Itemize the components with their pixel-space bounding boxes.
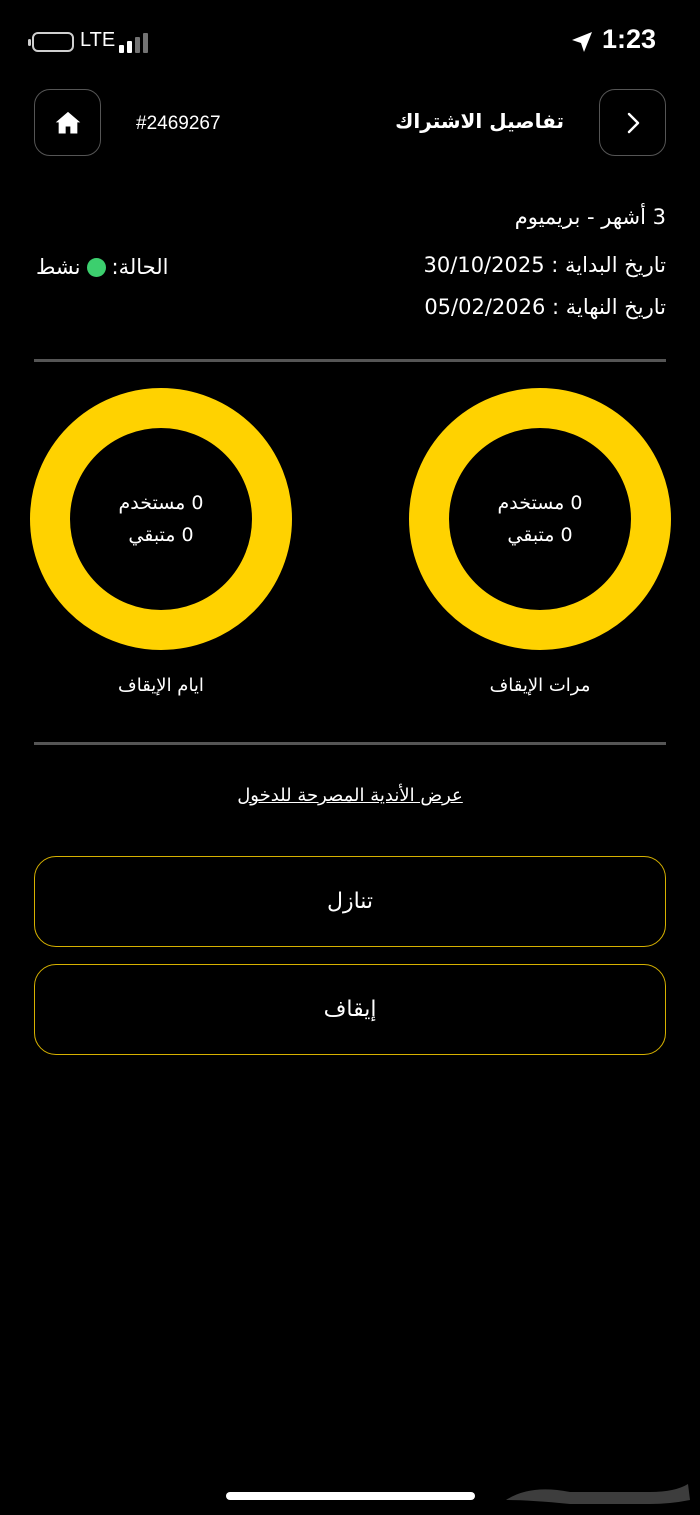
back-button[interactable] bbox=[599, 89, 666, 156]
freeze-times-label: مرات الإيقاف bbox=[489, 675, 591, 696]
freeze-times-card: 0 مستخدم 0 متبقي مرات الإيقاف bbox=[409, 388, 671, 696]
home-button[interactable] bbox=[34, 89, 101, 156]
home-icon bbox=[55, 111, 80, 133]
plan-name: 3 أشهر - بريميوم bbox=[514, 205, 666, 229]
start-date: تاريخ البداية : 30/10/2025 bbox=[423, 253, 666, 277]
battery-icon bbox=[28, 32, 74, 52]
header: #2469267 تفاصيل الاشتراك bbox=[0, 89, 700, 159]
home-indicator[interactable] bbox=[226, 1492, 475, 1500]
watermark-logo bbox=[506, 1484, 690, 1504]
freeze-times-ring: 0 مستخدم 0 متبقي bbox=[409, 388, 671, 650]
network-label: LTE bbox=[80, 29, 116, 51]
freeze-times-remaining: 0 متبقي bbox=[507, 524, 573, 546]
status-label: الحالة: bbox=[111, 255, 169, 279]
status-dot-icon bbox=[86, 257, 106, 277]
chevron-right-icon bbox=[627, 112, 639, 133]
subscription-id: #2469267 bbox=[136, 113, 221, 134]
status-value: نشط bbox=[36, 255, 81, 279]
status-badge: الحالة: نشط bbox=[36, 255, 168, 279]
allowed-clubs-link[interactable]: عرض الأندية المصرحة للدخول bbox=[0, 785, 700, 806]
freeze-days-remaining: 0 متبقي bbox=[128, 524, 194, 546]
freeze-times-used: 0 مستخدم bbox=[497, 492, 583, 514]
freeze-days-card: 0 مستخدم 0 متبقي ايام الإيقاف bbox=[30, 388, 292, 696]
divider bbox=[34, 742, 666, 745]
page-title: تفاصيل الاشتراك bbox=[395, 109, 564, 133]
status-bar: LTE 1:23 bbox=[0, 0, 700, 84]
divider bbox=[34, 359, 666, 362]
freeze-button[interactable]: إيقاف bbox=[34, 964, 666, 1055]
freeze-days-ring: 0 مستخدم 0 متبقي bbox=[30, 388, 292, 650]
end-date: تاريخ النهاية : 05/02/2026 bbox=[424, 295, 666, 319]
location-arrow-icon bbox=[572, 32, 592, 52]
signal-icon bbox=[119, 31, 149, 53]
clock: 1:23 bbox=[601, 24, 656, 54]
freeze-days-label: ايام الإيقاف bbox=[118, 675, 204, 696]
transfer-button[interactable]: تنازل bbox=[34, 856, 666, 947]
freeze-days-used: 0 مستخدم bbox=[118, 492, 204, 514]
